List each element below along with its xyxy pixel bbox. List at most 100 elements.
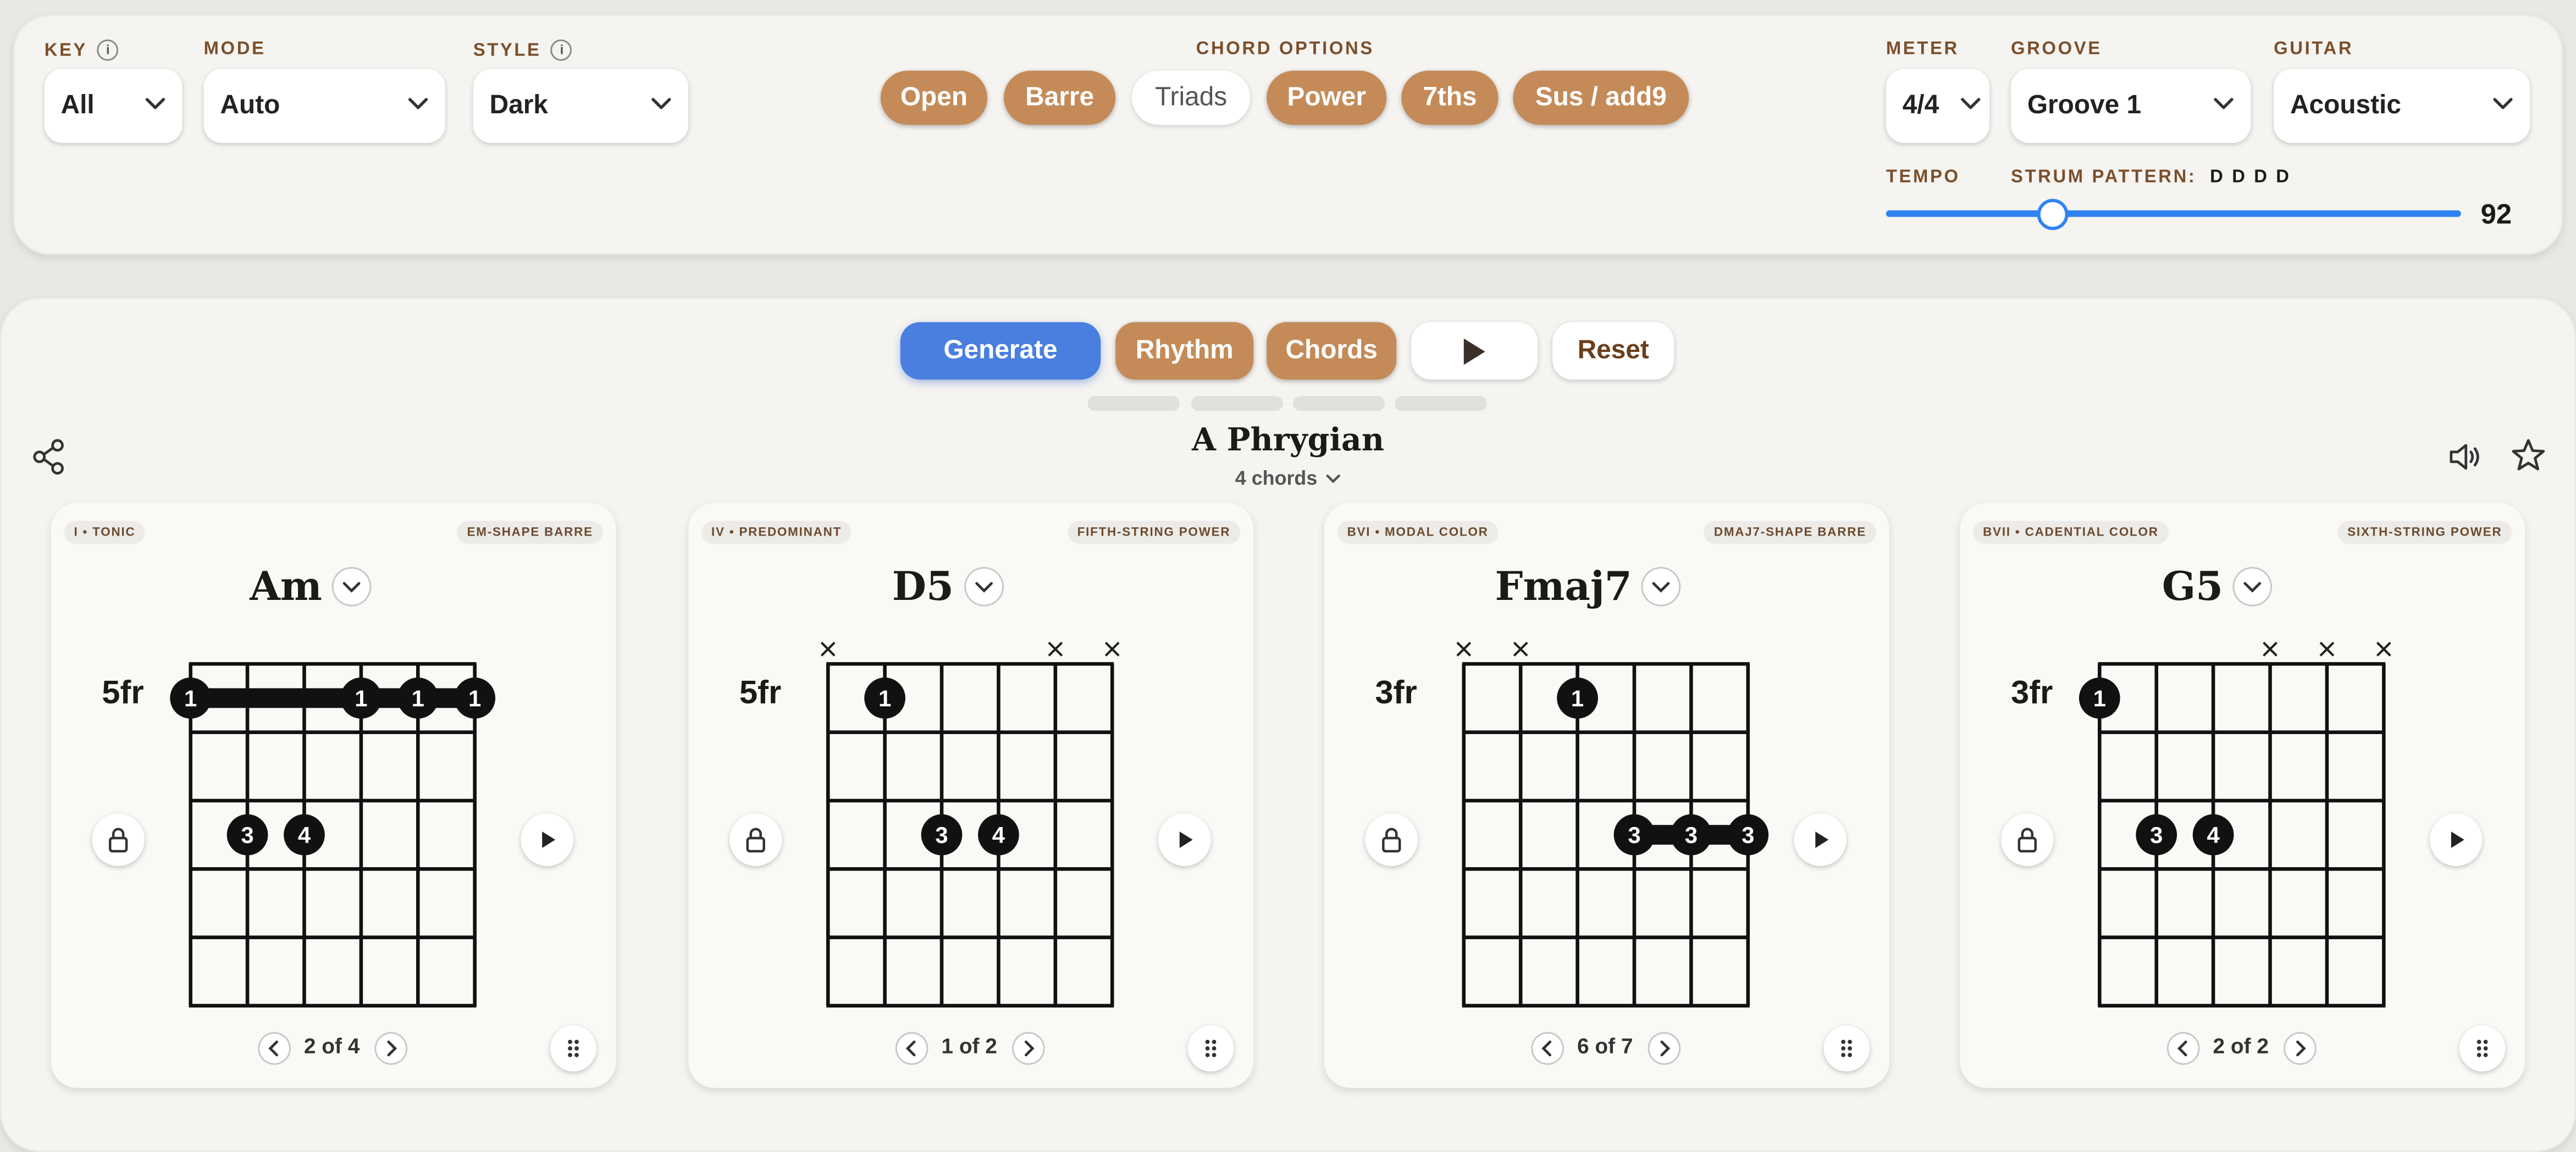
finger-number: 4 [2207,822,2220,848]
key-value: All [60,92,95,120]
prev-voicing-button[interactable] [897,1033,927,1063]
chord-card: IV • PREDOMINANT FIFTH-STRING POWER D5 5fr 1… [688,503,1254,1088]
voicing-pager: 6 of 7 [1577,1033,1633,1059]
drag-handle[interactable] [1187,1025,1234,1072]
chord-shape-tag: SIXTH-STRING POWER [2337,521,2512,544]
fret-position-label: 3fr [1375,675,1417,712]
next-voicing-button[interactable] [1649,1033,1679,1063]
volume-icon[interactable] [2446,439,2483,475]
key-label: KEY i [45,39,119,61]
finger-number: 4 [298,822,311,848]
mode-select[interactable]: Auto [203,69,445,144]
style-value: Dark [489,92,548,120]
reset-button[interactable]: Reset [1552,322,1674,380]
chevron-down-icon [1326,474,1341,483]
lock-button[interactable] [1365,813,1418,866]
finger-number: 3 [1628,822,1640,848]
finger-number: 3 [935,822,948,848]
guitar-label: GUITAR [2274,39,2354,59]
key-info-icon[interactable]: i [97,39,119,61]
chevron-down-icon [1961,98,1981,109]
finger-number: 1 [1571,685,1584,711]
chords-button[interactable]: Chords [1267,322,1397,380]
chord-name[interactable]: G5 [2162,562,2223,610]
chord-diagram: 1 3 3 3 [1456,642,1769,1008]
chord-variant-dropdown[interactable] [966,569,1002,605]
next-voicing-button[interactable] [2285,1033,2315,1063]
star-icon[interactable] [2510,437,2546,473]
chord-option-7ths[interactable]: 7ths [1401,70,1499,125]
groove-select[interactable]: Groove 1 [2010,69,2251,144]
muted-string-icon [1104,642,1120,657]
lock-button[interactable] [92,813,145,866]
mode-label: MODE [203,39,266,59]
tempo-slider[interactable] [1886,197,2461,230]
next-voicing-button[interactable] [1013,1033,1043,1063]
lock-icon [1382,828,1401,853]
muted-string-icon [820,642,836,657]
step-indicator-2 [1191,396,1284,411]
progression-count[interactable]: 4 chords [0,467,2576,490]
fret-position-label: 5fr [102,675,144,712]
meter-select[interactable]: 4/4 [1886,69,1990,144]
prev-voicing-button[interactable] [2168,1033,2198,1063]
finger-number: 1 [184,685,197,711]
lock-button[interactable] [2001,813,2054,866]
prev-voicing-button[interactable] [259,1033,289,1063]
drag-handle[interactable] [1823,1025,1870,1072]
play-button[interactable] [1411,322,1538,380]
chord-options-label: CHORD OPTIONS [1196,39,1374,59]
strum-pattern-label: STRUM PATTERN: D D D D [2010,167,2291,188]
finger-number: 3 [241,822,253,848]
chord-option-triads[interactable]: Triads [1132,70,1251,125]
guitar-value: Acoustic [2290,92,2401,120]
muted-string-icon [2263,642,2278,657]
chord-option-sus-add9[interactable]: Sus / add9 [1513,70,1689,125]
generate-button[interactable]: Generate [900,322,1101,380]
chevron-left-icon [905,1040,916,1057]
style-info-icon[interactable]: i [551,39,573,61]
muted-string-icon [1048,642,1063,657]
guitar-select[interactable]: Acoustic [2274,69,2530,144]
grip-dots-icon [568,1039,579,1057]
chord-diagram: 1 3 4 [820,642,1120,1008]
muted-string-icon [2376,642,2391,657]
next-voicing-button[interactable] [376,1033,406,1063]
chord-option-power[interactable]: Power [1267,70,1387,125]
chevron-right-icon [1660,1040,1671,1057]
chord-diagram: 1 1 1 1 3 4 [170,662,496,1008]
chord-variant-dropdown[interactable] [333,569,370,605]
rhythm-button[interactable]: Rhythm [1115,322,1254,380]
voicing-pager: 2 of 2 [2213,1033,2269,1059]
muted-string-icon [1513,642,1528,657]
chord-name[interactable]: Fmaj7 [1495,562,1632,610]
lock-icon [108,828,128,853]
chevron-down-icon [2493,98,2513,109]
key-select[interactable]: All [44,69,183,144]
groove-label: GROOVE [2010,39,2102,59]
chord-shape-tag: DMAJ7-SHAPE BARRE [1704,521,1876,544]
chord-card: I • TONIC EM-SHAPE BARRE Am 5fr 2 of 4 1 1 1 1 3 4 [51,503,616,1088]
chord-function-tag: BVI • MODAL COLOR [1337,521,1499,544]
style-select[interactable]: Dark [473,69,689,144]
drag-handle[interactable] [2459,1025,2506,1072]
progression-title: A Phrygian [1191,422,1385,459]
prev-voicing-button[interactable] [1533,1033,1563,1063]
drag-handle[interactable] [550,1025,596,1072]
chord-variant-dropdown[interactable] [2234,569,2271,605]
tempo-slider-thumb[interactable] [2036,199,2068,230]
chord-option-open[interactable]: Open [880,70,988,125]
strum-pattern-value: D D D D [2210,167,2291,188]
chord-name[interactable]: D5 [892,562,954,610]
finger-number: 4 [992,822,1005,848]
grip-dots-icon [2477,1039,2488,1057]
groove-value: Groove 1 [2027,92,2142,120]
chord-variant-dropdown[interactable] [1643,569,1679,605]
chord-option-barre[interactable]: Barre [1003,70,1116,125]
chord-name[interactable]: Am [250,562,322,610]
chevron-left-icon [268,1040,278,1057]
lock-button[interactable] [729,813,782,866]
chevron-right-icon [1024,1040,1035,1057]
finger-number: 1 [468,685,481,711]
chord-shape-tag: FIFTH-STRING POWER [1067,521,1241,544]
